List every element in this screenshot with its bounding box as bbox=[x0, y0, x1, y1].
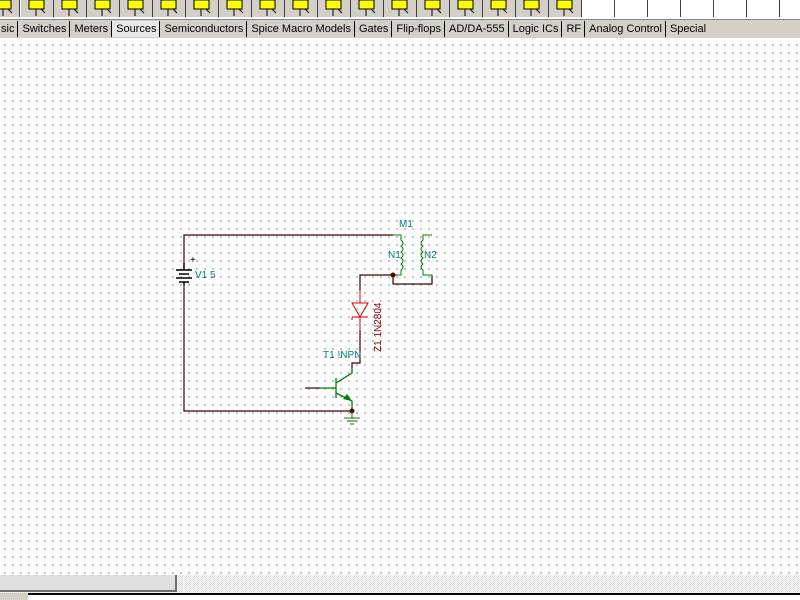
battery-plus-label: + bbox=[190, 255, 196, 266]
circuit-diagram: + V1 5 M1 N1 N2 Z1 1N2804 T1 !NPN bbox=[176, 219, 437, 425]
component-icon bbox=[490, 0, 508, 16]
transistor-label: T1 !NPN bbox=[323, 350, 361, 361]
component-icon bbox=[391, 0, 409, 16]
toolbar-button-switch-c[interactable] bbox=[219, 0, 252, 17]
wire-top bbox=[183, 234, 393, 263]
toolbar-button-ground[interactable] bbox=[21, 0, 54, 17]
schematic-canvas[interactable]: + V1 5 M1 N1 N2 Z1 1N2804 T1 !NPN bbox=[0, 39, 800, 575]
toolbar-button-gen-f[interactable] bbox=[483, 0, 516, 17]
wires bbox=[183, 234, 433, 412]
component-icon bbox=[358, 0, 376, 16]
sheet-tab-bar bbox=[0, 593, 800, 600]
toolbar-button-switch-a[interactable] bbox=[153, 0, 186, 17]
tab-semiconductors[interactable]: Semiconductors bbox=[159, 21, 246, 37]
battery-label: V1 5 bbox=[195, 270, 216, 281]
toolbar-button-gen-e[interactable] bbox=[450, 0, 483, 17]
toolbar-button-ic-b[interactable] bbox=[549, 0, 582, 17]
component-icon bbox=[0, 0, 13, 16]
toolbar-button-switch-b[interactable] bbox=[186, 0, 219, 17]
tab-analog-control[interactable]: Analog Control bbox=[584, 21, 665, 37]
component-icon bbox=[259, 0, 277, 16]
tab-meters[interactable]: Meters bbox=[69, 21, 111, 37]
component-icon bbox=[193, 0, 211, 16]
wire-secondary bbox=[359, 274, 433, 290]
component-icon bbox=[160, 0, 178, 16]
component-icon bbox=[292, 0, 310, 16]
component-icon bbox=[325, 0, 343, 16]
component-icon bbox=[61, 0, 79, 16]
component-icon bbox=[226, 0, 244, 16]
toolbar-button-gen-d[interactable] bbox=[384, 0, 417, 17]
toolbar-empty-slot bbox=[681, 0, 714, 17]
component-toolbar bbox=[0, 0, 800, 20]
tab-ad-da-555[interactable]: AD/DA-555 bbox=[443, 21, 508, 37]
tab-rf[interactable]: RF bbox=[561, 21, 584, 37]
coil-n1-label: N1 bbox=[388, 250, 401, 261]
tab-gates[interactable]: Gates bbox=[354, 21, 391, 37]
toolbar-button-gen-a[interactable] bbox=[285, 0, 318, 17]
toolbar-button-meter-a[interactable] bbox=[54, 0, 87, 17]
toolbar-empty-slot bbox=[648, 0, 681, 17]
diode-label: Z1 1N2804 bbox=[373, 302, 384, 352]
battery-v1[interactable]: + V1 5 bbox=[176, 255, 216, 285]
toolbar-button-ic-a[interactable] bbox=[516, 0, 549, 17]
tab-special[interactable]: Special bbox=[664, 21, 709, 37]
toolbar-button-meter-b[interactable] bbox=[87, 0, 120, 17]
component-icon bbox=[523, 0, 541, 16]
horizontal-scrollbar[interactable] bbox=[0, 575, 800, 593]
tab-logic-ics[interactable]: Logic ICs bbox=[507, 21, 562, 37]
toolbar-empty-slot bbox=[747, 0, 780, 17]
component-icon bbox=[457, 0, 475, 16]
junction bbox=[390, 272, 396, 278]
toolbar-empty-slot bbox=[615, 0, 648, 17]
wire-diode-collector bbox=[351, 330, 361, 368]
component-icon bbox=[94, 0, 112, 16]
wire-bottom bbox=[183, 285, 352, 412]
toolbar-empty-slot bbox=[714, 0, 747, 17]
toolbar-button-switch-d[interactable] bbox=[252, 0, 285, 17]
tab-switches[interactable]: Switches bbox=[17, 21, 69, 37]
component-icon bbox=[556, 0, 574, 16]
ground-symbol bbox=[344, 411, 360, 425]
tab-sic[interactable]: sic bbox=[0, 21, 17, 37]
coil-n2-label: N2 bbox=[424, 250, 437, 261]
tab-sources[interactable]: Sources bbox=[111, 21, 160, 37]
transformer-m1[interactable]: M1 N1 N2 bbox=[388, 219, 437, 278]
component-icon bbox=[127, 0, 145, 16]
transistor-t1[interactable]: T1 !NPN bbox=[320, 350, 361, 414]
tab-spice-macro-models[interactable]: Spice Macro Models bbox=[246, 21, 354, 37]
toolbar-button-gen-b[interactable] bbox=[318, 0, 351, 17]
scrollbar-thumb[interactable] bbox=[0, 575, 177, 592]
component-tabs: sic Switches Meters Sources Semiconductors Sp… bbox=[0, 20, 800, 39]
toolbar-button-gen-c[interactable] bbox=[351, 0, 384, 17]
component-icon bbox=[424, 0, 442, 16]
toolbar-empty-slot bbox=[582, 0, 615, 17]
transformer-label: M1 bbox=[399, 219, 413, 230]
tab-flip-flops[interactable]: Flip-flops bbox=[391, 21, 444, 37]
zener-diode-z1[interactable]: Z1 1N2804 bbox=[351, 290, 384, 352]
toolbar-button-capacitor-like[interactable] bbox=[0, 0, 20, 17]
component-icon bbox=[28, 0, 46, 16]
toolbar-button-meter-c[interactable] bbox=[120, 0, 153, 17]
toolbar-button-probe[interactable] bbox=[417, 0, 450, 17]
